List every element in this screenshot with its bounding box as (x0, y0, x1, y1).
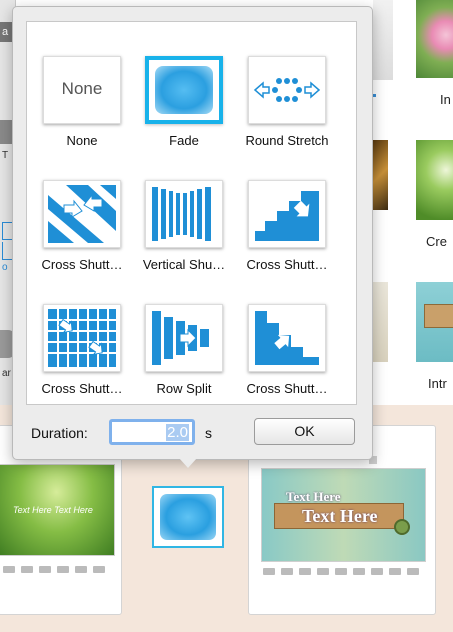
transition-fade[interactable]: Fade (132, 26, 236, 148)
ok-button[interactable]: OK (254, 418, 355, 445)
transition-slot[interactable] (152, 486, 224, 548)
cross-shutter-stairs-icon (248, 180, 326, 248)
intro-banner (424, 304, 453, 328)
slide-1-image: Text Here Text Here (0, 464, 115, 556)
transition-none[interactable]: None None (30, 26, 134, 148)
hidden-thumb-dark (373, 140, 388, 210)
vertical-shutter-icon (145, 180, 223, 248)
none-text-icon: None (43, 56, 121, 124)
transition-label: Vertical Shu… (142, 257, 226, 272)
transition-round-stretch[interactable]: Round Stretch (235, 26, 339, 148)
left-glyph-t: T (2, 150, 9, 161)
slide-2-line2: Text Here (302, 506, 378, 526)
duration-unit: s (205, 425, 212, 441)
cross-shutter-grid-icon (43, 304, 121, 372)
slide-2-image: Text Here Text Here (261, 468, 426, 562)
fade-transition-icon (160, 494, 216, 540)
transition-cross-shutter-2[interactable]: Cross Shutt… (235, 150, 339, 272)
lotus-thumbnail[interactable] (416, 0, 453, 78)
transition-label: Round Stretch (245, 133, 329, 148)
transition-label: Cross Shutt… (41, 381, 123, 396)
intro-thumbnail[interactable] (416, 282, 453, 362)
duration-value: 2.0 (166, 424, 189, 441)
transition-label: Fade (169, 133, 199, 148)
transition-label: Cross Shutt… (246, 257, 328, 272)
duration-input[interactable]: 2.0 (109, 419, 195, 445)
transition-grid: None None Fade Round Stretch Cross Shutt… (26, 21, 357, 405)
film-holes-1 (3, 566, 105, 573)
transition-cross-shutter-1[interactable]: Cross Shutt… (30, 150, 134, 272)
transition-row-split[interactable]: Row Split (132, 274, 236, 396)
transition-popover: None None Fade Round Stretch Cross Shutt… (12, 6, 373, 460)
meadow-thumbnail[interactable] (416, 140, 453, 220)
transition-label: None (66, 133, 98, 148)
fade-icon (145, 56, 223, 124)
left-glyph-o: o (2, 262, 8, 273)
round-stretch-icon (248, 56, 326, 124)
transition-label: Row Split (156, 381, 212, 396)
thumb-label-3: Intr (428, 376, 447, 391)
transition-label: Cross Shutt… (246, 381, 328, 396)
film-holes-2 (263, 568, 419, 575)
transition-label: Cross Shutt… (41, 257, 123, 272)
slide-1-caption: Text Here Text Here (13, 505, 93, 515)
transition-cross-shutter-3[interactable]: Cross Shutt… (30, 274, 134, 396)
flower-decoration (394, 519, 410, 535)
transition-vertical-shutter[interactable]: Vertical Shu… (132, 150, 236, 272)
blue-dot (373, 94, 376, 97)
duration-label: Duration: (31, 425, 88, 441)
thumb-label-1: In (440, 92, 451, 107)
hidden-thumb-top (373, 0, 393, 80)
thumb-label-2: Cre (426, 234, 447, 249)
cross-shutter-stairs-down-icon (248, 304, 326, 372)
transition-cross-shutter-4[interactable]: Cross Shutt… (235, 274, 339, 396)
hidden-thumb-light (373, 282, 388, 362)
left-glyph-ar: ar (2, 368, 11, 379)
cross-shutter-diagonal-icon (43, 180, 121, 248)
slide-2-line1: Text Here (286, 489, 341, 504)
popover-arrow (179, 458, 197, 468)
row-split-icon (145, 304, 223, 372)
